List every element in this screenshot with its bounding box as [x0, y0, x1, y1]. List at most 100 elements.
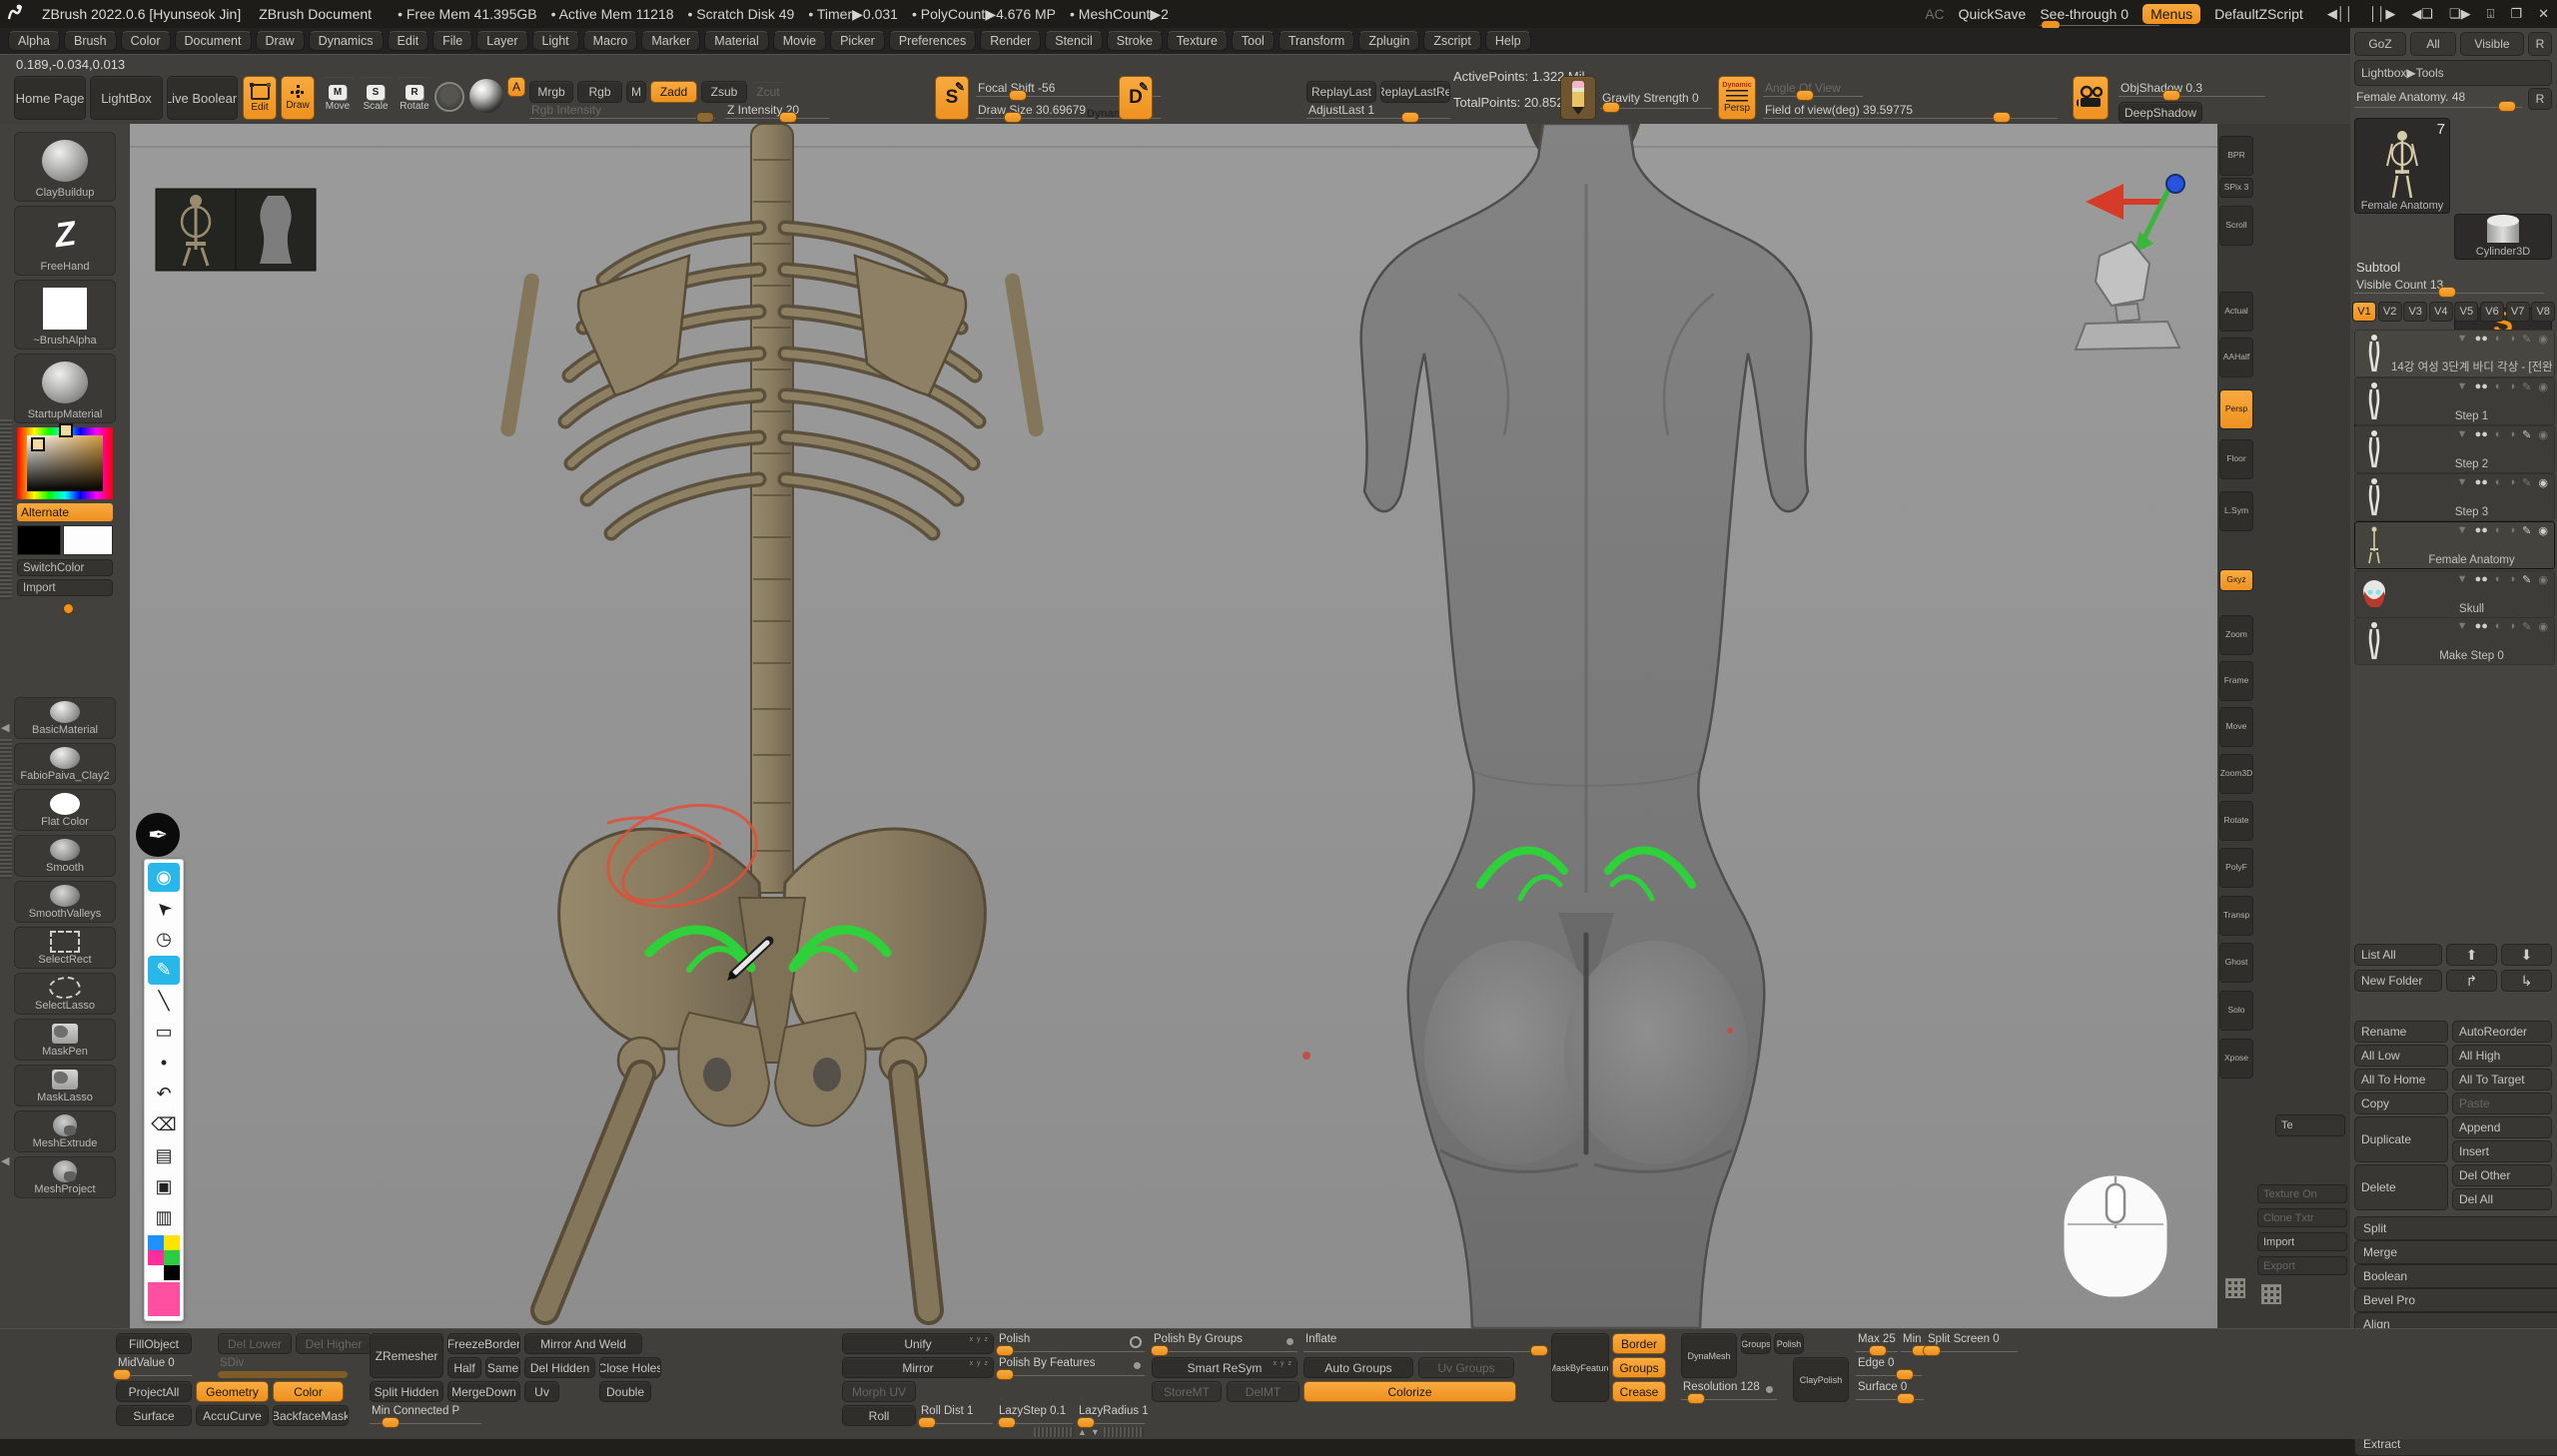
import-button[interactable]: Import — [17, 579, 113, 596]
rightshelf-ghost-button[interactable]: Ghost — [2219, 943, 2253, 983]
palette-color-1e90ff[interactable] — [148, 1235, 164, 1250]
viewport-canvas[interactable] — [130, 124, 2217, 1328]
rotate-button[interactable]: RRotate — [396, 76, 433, 120]
menu-stroke[interactable]: Stroke — [1107, 31, 1163, 51]
subtool-down-button[interactable]: ⬇ — [2501, 944, 2552, 966]
contrast-icon[interactable]: ◑ — [2509, 380, 2516, 393]
left-scroll-hatch[interactable] — [0, 419, 12, 599]
menu-zplugin[interactable]: Zplugin — [1358, 31, 1419, 51]
movie-camera-button[interactable] — [2073, 76, 2109, 120]
toggle-dot-icon[interactable] — [1286, 1338, 1293, 1345]
rightshelf-xpose-button[interactable]: Xpose — [2219, 1039, 2253, 1079]
rightshelf-spix-3-button[interactable]: SPix 3 — [2219, 178, 2253, 198]
zadd-button[interactable]: Zadd — [650, 81, 697, 103]
shelf-item-maskpen[interactable]: MaskPen — [14, 1019, 116, 1061]
clipboard-icon[interactable]: ▥ — [148, 1203, 180, 1232]
mrgb-button[interactable]: Mrgb — [529, 81, 573, 103]
polypaint-sphere-icon[interactable] — [434, 82, 464, 112]
min-slider[interactable]: Min — [1901, 1333, 1923, 1354]
shelf-item-brushalpha[interactable]: ~BrushAlpha — [14, 280, 116, 350]
groups-button[interactable]: Groups — [1612, 1357, 1666, 1378]
edit-button[interactable]: Edit — [243, 76, 277, 120]
brush-icon[interactable]: ✎ — [2522, 333, 2531, 346]
toggle-dot-icon[interactable] — [1766, 1386, 1773, 1393]
polish-slider[interactable]: Polish — [997, 1333, 1145, 1354]
live-boolean-button[interactable]: Live Boolean — [167, 76, 238, 120]
shelf-item-selectrect[interactable]: SelectRect — [14, 927, 116, 969]
claypolish-button[interactable]: ClayPolish — [1793, 1357, 1849, 1402]
draw-button[interactable]: Draw — [281, 76, 315, 120]
replay-last-rel-button[interactable]: ReplayLastRel — [1380, 81, 1450, 103]
polypaint-icon[interactable]: ●● — [2475, 524, 2488, 537]
del-lower-button[interactable]: Del Lower — [218, 1333, 292, 1354]
annotation-color-palette[interactable] — [148, 1235, 180, 1280]
roll-button[interactable]: Roll — [842, 1405, 916, 1426]
subtool-tab-v6[interactable]: V6 — [2480, 302, 2504, 322]
polish-button[interactable]: Polish — [1774, 1333, 1804, 1354]
groups-button[interactable]: Groups — [1741, 1333, 1771, 1354]
texture-clone-txtr-button[interactable]: Clone Txtr — [2257, 1208, 2347, 1227]
palette-color-ff2e9a[interactable] — [148, 1250, 164, 1265]
home-page-button[interactable]: Home Page — [14, 76, 86, 120]
dock-left-icon[interactable]: ◀❏ — [2411, 6, 2433, 22]
subtool-tab-v7[interactable]: V7 — [2506, 302, 2530, 322]
list-arrow-icon[interactable]: ▼ — [2457, 524, 2468, 537]
menu-preferences[interactable]: Preferences — [889, 31, 976, 51]
shelf-item-basicmaterial[interactable]: BasicMaterial — [14, 697, 116, 739]
shelf-item-fabiopaiva-clay2[interactable]: FabioPaiva_Clay2 — [14, 743, 116, 785]
list-arrow-icon[interactable]: ▼ — [2457, 428, 2468, 441]
same-button[interactable]: Same — [485, 1357, 520, 1378]
minimize-icon[interactable]: ⍗ — [2487, 6, 2495, 22]
max-25-slider[interactable]: Max 25 — [1856, 1333, 1898, 1354]
contrast-icon[interactable]: ◑ — [2509, 620, 2516, 633]
shelf-item-selectlasso[interactable]: SelectLasso — [14, 973, 116, 1015]
obj-shadow-slider[interactable]: ObjShadow 0.3 — [2119, 81, 2265, 99]
brush-icon[interactable]: ✎ — [2522, 573, 2531, 586]
left-scroll-hatch[interactable] — [0, 739, 12, 879]
alternate-button[interactable]: Alternate — [17, 503, 113, 521]
subtool-tab-v3[interactable]: V3 — [2403, 302, 2427, 322]
secondary-color-swatch[interactable] — [63, 525, 113, 555]
subtool-tab-v8[interactable]: V8 — [2531, 302, 2555, 322]
texture-palette-header[interactable]: Te — [2275, 1114, 2345, 1136]
polypaint-icon[interactable]: ●● — [2475, 428, 2488, 441]
subtool-tab-v1[interactable]: V1 — [2352, 302, 2376, 322]
rightshelf-gxyz-button[interactable]: Gxyz — [2219, 569, 2253, 591]
sculptris-pro-button[interactable]: ✎S — [935, 76, 969, 120]
polypaint-icon[interactable]: ●● — [2475, 573, 2488, 586]
del-other-button[interactable]: Del Other — [2452, 1164, 2552, 1186]
menu-stencil[interactable]: Stencil — [1045, 31, 1103, 51]
palette-color-2ecc40[interactable] — [164, 1250, 180, 1265]
eye-icon[interactable]: ◉ — [2538, 476, 2548, 489]
tool-thumb-female-anatomy[interactable]: 7 Female Anatomy — [2354, 118, 2450, 214]
menu-transform[interactable]: Transform — [1278, 31, 1355, 51]
shelf-item-masklasso[interactable]: MaskLasso — [14, 1065, 116, 1106]
see-through-slider[interactable]: See-through 0 — [2040, 6, 2129, 22]
gravity-strength-slider[interactable]: Gravity Strength 0 — [1600, 85, 1712, 111]
freezeborder-button[interactable]: FreezeBorder — [447, 1333, 520, 1354]
menu-texture[interactable]: Texture — [1167, 31, 1228, 51]
shelf-item-freehand[interactable]: ZFreeHand — [14, 206, 116, 276]
layer-icon[interactable]: ◐ — [2495, 524, 2502, 537]
pointer-icon[interactable]: ➤ — [142, 887, 185, 930]
current-color-swatch[interactable] — [148, 1282, 180, 1316]
shelf-item-smooth[interactable]: Smooth — [14, 835, 116, 877]
rename-button[interactable]: Rename — [2354, 1021, 2448, 1043]
brush-icon[interactable]: ✎ — [2522, 428, 2531, 441]
rightshelf-transp-button[interactable]: Transp — [2219, 896, 2253, 936]
maskbyfeature-button[interactable]: MaskByFeature — [1551, 1333, 1609, 1402]
deep-shadow-button[interactable]: DeepShadow — [2119, 102, 2202, 123]
all-to-target-button[interactable]: All To Target — [2452, 1069, 2552, 1091]
autoreorder-button[interactable]: AutoReorder — [2452, 1021, 2552, 1043]
list-all-button[interactable]: List All — [2354, 944, 2442, 966]
list-arrow-icon[interactable]: ▼ — [2457, 476, 2468, 489]
left-tray-arrow[interactable]: ◀ — [1, 1154, 9, 1167]
lazyradius-1-slider[interactable]: LazyRadius 1 — [1077, 1405, 1145, 1426]
accucurve-button[interactable]: AccuCurve — [196, 1405, 269, 1426]
subtool-tab-v4[interactable]: V4 — [2429, 302, 2453, 322]
menu-color[interactable]: Color — [121, 31, 171, 51]
storemt-button[interactable]: StoreMT — [1152, 1381, 1222, 1402]
material-sphere-icon[interactable] — [469, 79, 503, 113]
half-button[interactable]: Half — [447, 1357, 481, 1378]
all-to-home-button[interactable]: All To Home — [2354, 1069, 2448, 1091]
